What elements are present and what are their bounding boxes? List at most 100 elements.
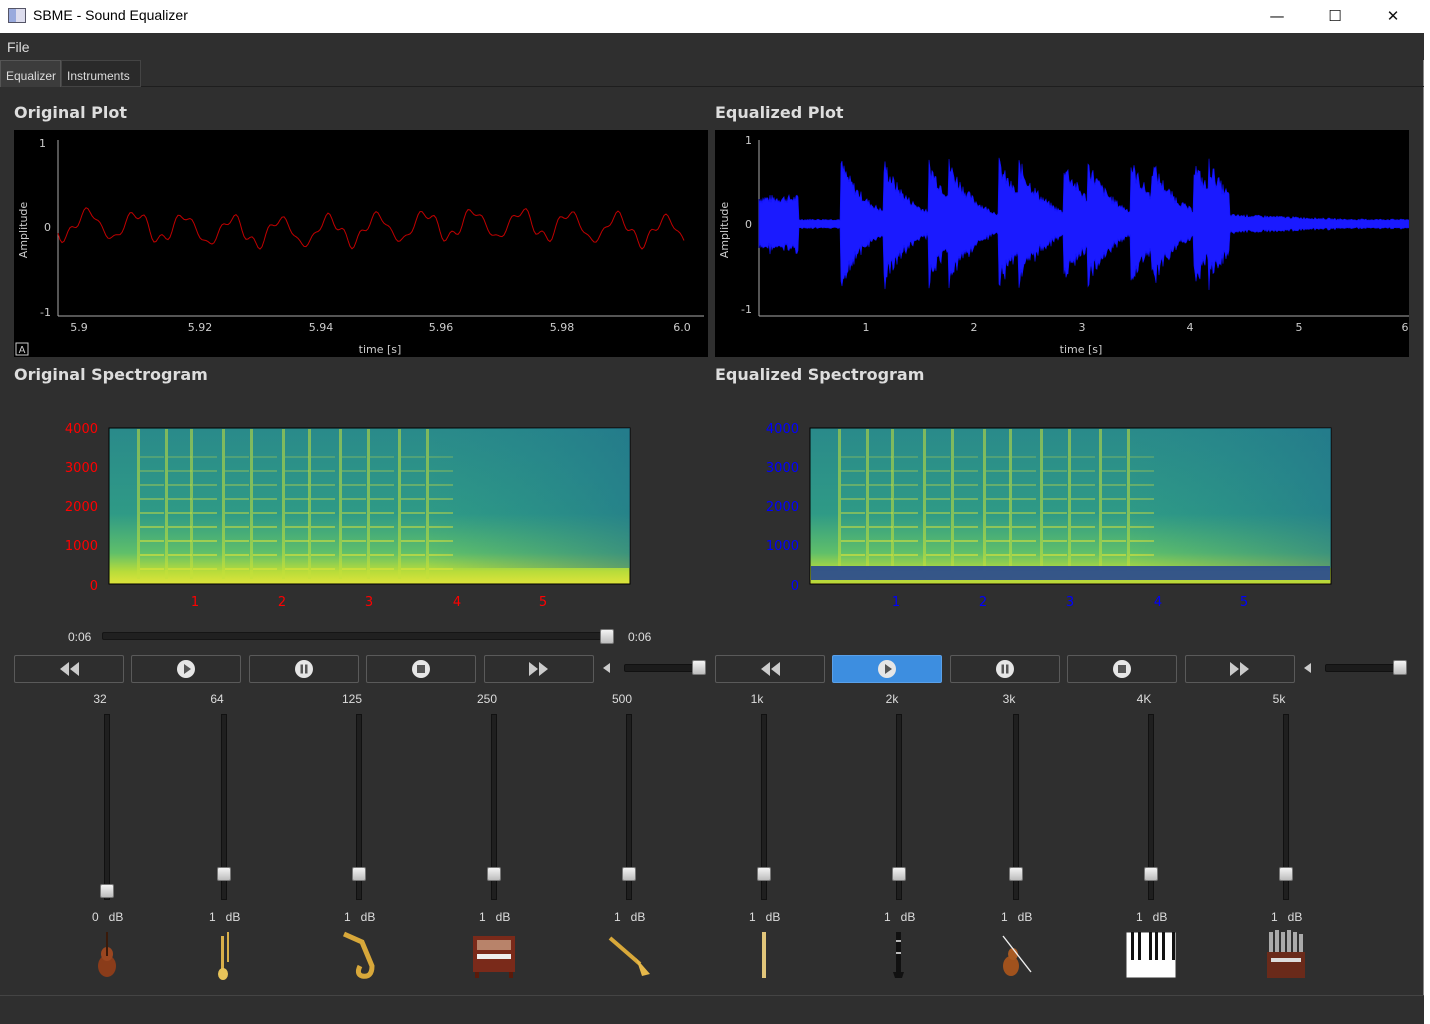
seek-slider[interactable] (102, 632, 614, 640)
band-1k-gain-label: 1 dB (749, 910, 781, 924)
maximize-button[interactable]: ☐ (1312, 0, 1358, 32)
tab-bar: Equalizer Instruments (0, 60, 1424, 87)
spec-y-tick: 1000 (65, 539, 98, 554)
spec-y-tick: 3000 (766, 461, 799, 476)
equalized-pause-button[interactable] (950, 655, 1060, 683)
equalized-forward-button[interactable] (1185, 655, 1295, 683)
x-tick: 5.94 (309, 321, 334, 334)
app-icon (8, 8, 26, 23)
trombone-icon[interactable] (197, 928, 251, 982)
spec-x-tick: 5 (539, 595, 547, 610)
spec-y-tick: 4000 (766, 422, 799, 437)
original-plot[interactable]: 1 0 -1 5.9 5.92 5.94 5.96 5.98 6.0 time … (14, 130, 708, 357)
band-5k-frequency-label: 5k (1272, 692, 1286, 706)
stop-icon (1113, 660, 1131, 678)
equalized-plot[interactable]: 1 0 -1 1 2 3 4 5 6 time [s] Amplitude (715, 130, 1409, 357)
equalized-rewind-button[interactable] (715, 655, 825, 683)
x-tick: 2 (971, 321, 978, 334)
y-tick: 0 (44, 221, 51, 234)
spec-x-tick: 1 (892, 595, 900, 610)
cello-icon[interactable] (80, 928, 134, 982)
band-500-slider-handle[interactable] (622, 867, 636, 881)
menu-file[interactable]: File (7, 39, 30, 55)
band-125-frequency-label: 125 (341, 692, 363, 706)
spec-y-tick: 2000 (766, 500, 799, 515)
band-500-gain-label: 1 dB (614, 910, 646, 924)
original-spectrogram: 4000 3000 2000 1000 0 1 2 3 4 5 (65, 422, 631, 610)
equalized-plot-title: Equalized Plot (715, 103, 844, 122)
equalized-spectrogram: 4000 3000 2000 1000 0 1 2 3 4 5 (766, 422, 1332, 610)
band-64-gain-label: 1 dB (209, 910, 241, 924)
fast-forward-icon (529, 662, 548, 676)
spec-x-tick: 4 (453, 595, 461, 610)
band-1k-frequency-label: 1k (750, 692, 764, 706)
trumpet-icon[interactable] (602, 928, 656, 982)
saxophone-icon[interactable] (332, 928, 386, 982)
original-plot-title: Original Plot (14, 103, 128, 122)
x-tick: 5.98 (550, 321, 575, 334)
band-250-slider-handle[interactable] (487, 867, 501, 881)
band-64-slider-handle[interactable] (217, 867, 231, 881)
y-axis-label: Amplitude (17, 202, 30, 259)
original-volume-handle[interactable] (692, 660, 706, 675)
band-64-frequency-label: 64 (210, 692, 224, 706)
volume-icon (1304, 663, 1311, 673)
spec-y-tick: 1000 (766, 539, 799, 554)
band-1k-slider-handle[interactable] (757, 867, 771, 881)
band-250-frequency-label: 250 (476, 692, 498, 706)
spec-x-tick: 4 (1154, 595, 1162, 610)
original-signal-line (57, 207, 685, 250)
title-bar: SBME - Sound Equalizer — ☐ ✕ (0, 0, 1424, 33)
y-tick: 1 (39, 137, 46, 150)
band-4k-slider-handle[interactable] (1144, 867, 1158, 881)
original-play-button[interactable] (131, 655, 241, 683)
app-window: SBME - Sound Equalizer — ☐ ✕ File Equali… (0, 0, 1424, 1024)
band-32-slider-handle[interactable] (100, 884, 114, 898)
band-3k-slider-handle[interactable] (1009, 867, 1023, 881)
spec-x-tick: 3 (1066, 595, 1074, 610)
pipe-organ-icon[interactable] (1259, 928, 1313, 982)
equalized-stop-button[interactable] (1067, 655, 1177, 683)
original-spectrogram-title: Original Spectrogram (14, 365, 208, 384)
band-5k-slider-handle[interactable] (1279, 867, 1293, 881)
fast-forward-icon (1230, 662, 1249, 676)
play-icon (177, 660, 195, 678)
band-2k-gain-label: 1 dB (884, 910, 916, 924)
organ-icon[interactable] (467, 928, 521, 982)
original-forward-button[interactable] (484, 655, 594, 683)
band-125-slider-handle[interactable] (352, 867, 366, 881)
status-bar (0, 995, 1424, 1024)
tab-equalizer[interactable]: Equalizer (0, 60, 61, 87)
y-tick: 1 (745, 134, 752, 147)
spec-x-tick: 5 (1240, 595, 1248, 610)
x-tick: 3 (1079, 321, 1086, 334)
band-2k-slider-handle[interactable] (892, 867, 906, 881)
tab-instruments[interactable]: Instruments (61, 60, 141, 87)
close-button[interactable]: ✕ (1370, 0, 1416, 32)
band-3k-frequency-label: 3k (1002, 692, 1016, 706)
violin-icon[interactable] (989, 928, 1043, 982)
x-tick: 4 (1187, 321, 1194, 334)
band-5k-gain-label: 1 dB (1271, 910, 1303, 924)
window-title: SBME - Sound Equalizer (33, 7, 188, 23)
original-stop-button[interactable] (366, 655, 476, 683)
stop-icon (412, 660, 430, 678)
volume-icon (603, 663, 610, 673)
piano-keys-icon[interactable] (1124, 928, 1178, 982)
minimize-button[interactable]: — (1254, 0, 1300, 32)
equalized-play-button[interactable] (832, 655, 942, 683)
flute-icon[interactable] (737, 928, 791, 982)
rewind-icon (761, 662, 780, 676)
total-time: 0:06 (628, 630, 652, 644)
original-rewind-button[interactable] (14, 655, 124, 683)
seek-handle[interactable] (600, 629, 614, 644)
equalized-volume-handle[interactable] (1393, 660, 1407, 675)
original-pause-button[interactable] (249, 655, 359, 683)
x-tick: 5.96 (429, 321, 454, 334)
spec-x-tick: 2 (278, 595, 286, 610)
band-32-slider[interactable] (104, 714, 110, 900)
band-4k-gain-label: 1 dB (1136, 910, 1168, 924)
clarinet-icon[interactable] (872, 928, 926, 982)
pause-icon (996, 660, 1014, 678)
y-axis-label: Amplitude (718, 202, 731, 259)
